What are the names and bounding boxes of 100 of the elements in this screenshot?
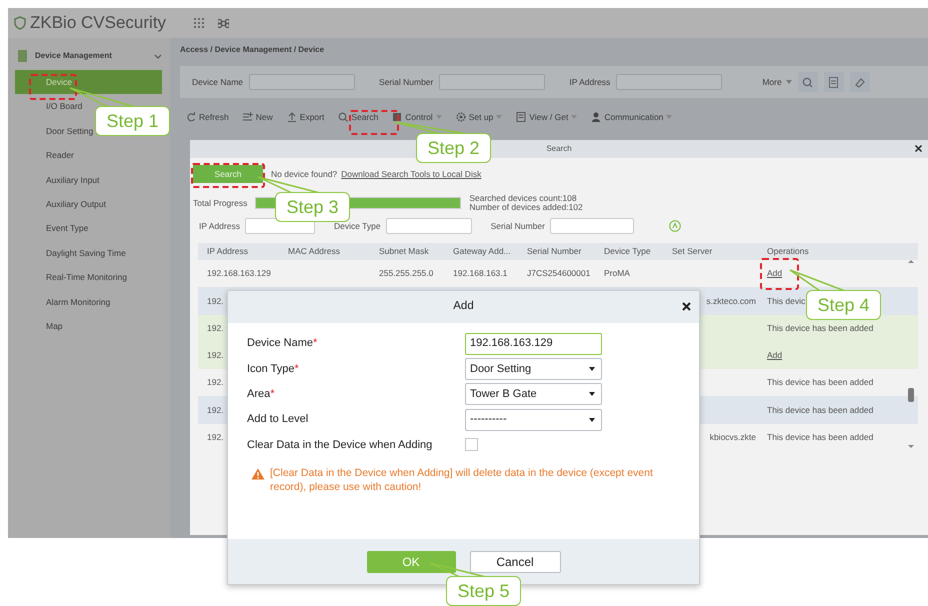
dashed-highlight-frame bbox=[760, 258, 799, 290]
menu-group-title[interactable]: Device Management bbox=[35, 50, 146, 62]
list-plus-icon bbox=[242, 112, 253, 122]
status-text: This device has been added bbox=[767, 432, 874, 442]
toolbar-button[interactable]: New bbox=[242, 110, 273, 124]
column-header: Set Server bbox=[671, 245, 714, 258]
toolbar-button[interactable]: Search bbox=[338, 110, 378, 124]
table-cell: 192.168.163.1 bbox=[453, 268, 508, 278]
input-field[interactable] bbox=[386, 218, 472, 234]
document-icon[interactable] bbox=[828, 76, 840, 88]
sidebar-item[interactable]: Auxiliary Output bbox=[15, 192, 162, 216]
input-field[interactable] bbox=[249, 74, 356, 90]
column-header: IP Address bbox=[206, 245, 249, 258]
column-header: Device Type bbox=[603, 245, 652, 258]
table-row[interactable]: 192.168.163.129 255.255.255.0 192.168.163.1 J7CS254600001 ProMA Add bbox=[198, 260, 918, 288]
caret-icon bbox=[666, 115, 672, 119]
sidebar-item[interactable]: Map bbox=[15, 314, 162, 338]
dialog-title: Search bbox=[546, 143, 572, 155]
grid-icon[interactable] bbox=[194, 18, 204, 28]
step-tooltip: Step 5 bbox=[446, 576, 521, 606]
warning-icon bbox=[251, 468, 265, 480]
dashed-highlight-frame bbox=[29, 74, 77, 100]
gear-icon bbox=[456, 112, 466, 122]
toolbar-button[interactable]: Control bbox=[392, 110, 442, 124]
select-value: ---------- bbox=[470, 412, 507, 428]
field-label: Serial Number bbox=[379, 76, 434, 88]
input-field[interactable]: 192.168.163.129 bbox=[465, 332, 602, 355]
table-cell: s.zkteco.com bbox=[706, 296, 756, 306]
shield-icon bbox=[14, 16, 26, 30]
step-tooltip: Step 2 bbox=[416, 133, 491, 163]
select-field[interactable]: Door Setting bbox=[465, 358, 602, 380]
status-text: This device has been added bbox=[767, 377, 874, 388]
column-header: Serial Number bbox=[526, 245, 582, 258]
column-header: Gateway Add... bbox=[452, 245, 512, 258]
stat-text: Searched devices count:108 bbox=[469, 194, 578, 203]
search-icon[interactable] bbox=[802, 76, 814, 88]
status-text: This devic bbox=[767, 296, 806, 306]
select-value: Tower B Gate bbox=[470, 386, 537, 402]
stat-text: Number of devices added:102 bbox=[469, 203, 583, 212]
leader-line bbox=[789, 269, 846, 292]
select-value: Door Setting bbox=[470, 362, 532, 377]
field-label: Icon Type* bbox=[247, 362, 299, 375]
refresh-icon bbox=[186, 112, 196, 122]
input-field[interactable] bbox=[616, 74, 722, 90]
close-icon[interactable] bbox=[682, 302, 691, 311]
select-field[interactable]: ---------- bbox=[465, 408, 602, 431]
field-label: IP Address bbox=[199, 220, 240, 232]
sidebar-item[interactable]: Event Type bbox=[15, 216, 162, 241]
progress-label: Total Progress bbox=[193, 196, 248, 210]
caret-icon bbox=[786, 80, 792, 84]
table-cell: ProMA bbox=[604, 268, 630, 278]
document-icon bbox=[516, 112, 526, 122]
checkbox[interactable] bbox=[465, 438, 478, 452]
dashed-highlight-frame bbox=[349, 110, 399, 135]
table-cell: 192. bbox=[207, 296, 224, 306]
table-cell: 192. bbox=[207, 432, 224, 442]
eraser-icon[interactable] bbox=[854, 76, 866, 88]
close-icon[interactable] bbox=[915, 145, 922, 152]
sidebar-item[interactable]: Real-Time Monitoring bbox=[15, 265, 162, 290]
input-field[interactable] bbox=[550, 218, 634, 234]
caret-icon bbox=[571, 115, 578, 119]
step-tooltip: Step 1 bbox=[95, 106, 170, 136]
sidebar-item[interactable]: Daylight Saving Time bbox=[15, 240, 162, 266]
toolbar-button[interactable]: Communication bbox=[591, 110, 672, 124]
select-field[interactable]: Tower B Gate bbox=[465, 383, 602, 406]
sidebar-item[interactable]: Reader bbox=[15, 143, 162, 168]
clear-icon[interactable] bbox=[668, 220, 681, 232]
caret-icon bbox=[436, 115, 442, 119]
sidebar-item[interactable]: Alarm Monitoring bbox=[15, 290, 162, 314]
table-cell: 192. bbox=[207, 404, 224, 415]
cancel-button[interactable]: Cancel bbox=[470, 550, 560, 572]
field-label: Area* bbox=[247, 388, 275, 400]
add-link[interactable]: Add bbox=[767, 350, 782, 360]
sidebar-item[interactable]: Device bbox=[15, 70, 162, 94]
toolbar-button[interactable]: Refresh bbox=[186, 110, 229, 124]
command-icon[interactable] bbox=[218, 18, 229, 28]
field-label: Device Type bbox=[334, 220, 381, 232]
chevron-down-icon[interactable] bbox=[154, 54, 162, 58]
column-header: Subnet Mask bbox=[378, 245, 430, 258]
field-label: Serial Number bbox=[490, 220, 545, 232]
person-icon bbox=[591, 112, 602, 122]
toolbar-button[interactable]: Export bbox=[286, 110, 324, 124]
field-label: Device Name* bbox=[247, 337, 318, 350]
caret-icon bbox=[589, 418, 595, 422]
download-link[interactable]: Download Search Tools to Local Disk bbox=[341, 168, 482, 180]
status-text: This device has been added bbox=[767, 404, 874, 415]
status-text: This device has been added bbox=[767, 322, 874, 333]
field-label: Device Name bbox=[192, 76, 244, 88]
add-link[interactable]: Add bbox=[767, 268, 782, 278]
table-cell: kbiocvs.zkte bbox=[710, 432, 756, 442]
table-cell: 255.255.255.0 bbox=[379, 268, 434, 278]
toolbar-button[interactable]: Set up bbox=[456, 110, 502, 124]
caret-icon bbox=[589, 366, 595, 371]
input-field[interactable] bbox=[439, 74, 546, 90]
more-link[interactable]: More bbox=[762, 76, 782, 88]
step-tooltip: Step 4 bbox=[806, 290, 881, 320]
toolbar-button[interactable]: View / Get bbox=[516, 110, 578, 124]
sidebar-item[interactable]: Auxiliary Input bbox=[15, 168, 162, 192]
search-icon bbox=[338, 112, 348, 122]
field-label: Clear Data in the Device when Adding bbox=[247, 438, 432, 451]
